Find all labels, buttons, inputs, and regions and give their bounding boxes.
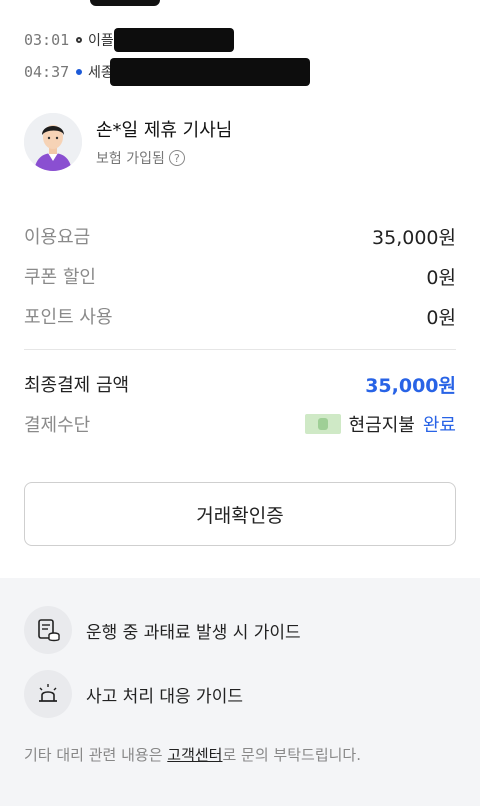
total-row: 최종결제 금액 35,000원 xyxy=(24,364,456,404)
guide-label: 사고 처리 대응 가이드 xyxy=(86,686,243,707)
driver-avatar-icon xyxy=(24,113,82,171)
footer-suffix: 로 문의 부탁드립니다. xyxy=(222,746,361,764)
driver-text: 손*일 제휴 기사님 보험 가입됨 ? xyxy=(96,116,232,168)
payment-status: 완료 xyxy=(422,415,456,436)
fee-label: 이용요금 xyxy=(24,227,91,248)
fine-document-icon xyxy=(24,606,72,654)
fee-label: 쿠폰 할인 xyxy=(24,267,96,288)
redaction-mark xyxy=(114,28,234,52)
guide-section: 운행 중 과태료 발생 시 가이드 사고 처리 대응 가이드 기타 대리 관련 … xyxy=(0,578,480,806)
payment-method-row: 결제수단 현금지불 완료 xyxy=(24,404,456,444)
fee-list: 이용요금 35,000원 쿠폰 할인 0원 포인트 사용 0원 xyxy=(24,216,456,336)
help-icon[interactable]: ? xyxy=(168,150,185,166)
start-time: 03:01 xyxy=(24,31,70,49)
transaction-receipt-button[interactable]: 거래확인증 xyxy=(24,482,456,546)
cash-icon xyxy=(304,414,341,434)
fee-value: 35,000원 xyxy=(372,226,456,249)
route-summary: 03:01 이​플라위혜딩 04:37 세종 숭인 아파크이파트 xyxy=(24,26,464,86)
start-dot-icon xyxy=(76,37,82,43)
driver-name: 손*일 제휴 기사님 xyxy=(96,120,233,141)
guide-item-accident[interactable]: 사고 처리 대응 가이드 xyxy=(24,670,243,718)
siren-icon xyxy=(24,670,72,718)
end-dot-icon xyxy=(76,69,82,75)
total-label: 최종결제 금액 xyxy=(24,375,130,396)
section-divider xyxy=(24,349,456,350)
payment-method: 현금지불 xyxy=(348,415,415,436)
redaction-mark xyxy=(90,0,160,6)
customer-center-link[interactable]: 고객센터 xyxy=(167,746,222,764)
fee-value: 0원 xyxy=(426,306,456,329)
fee-value: 0원 xyxy=(426,266,456,289)
fee-label: 포인트 사용 xyxy=(24,307,113,328)
insurance-label: 보험 가입됨 xyxy=(96,151,165,167)
guide-item-fine[interactable]: 운행 중 과태료 발생 시 가이드 xyxy=(24,606,301,654)
total-value: 35,000원 xyxy=(365,374,456,397)
insurance-status: 보험 가입됨 ? xyxy=(96,148,232,168)
payment-summary: 최종결제 금액 35,000원 결제수단 현금지불 완료 xyxy=(24,364,456,444)
guide-label: 운행 중 과태료 발생 시 가이드 xyxy=(86,622,301,643)
fee-row: 쿠폰 할인 0원 xyxy=(24,256,456,296)
fee-row: 포인트 사용 0원 xyxy=(24,296,456,336)
end-time: 04:37 xyxy=(24,63,70,81)
redaction-mark xyxy=(110,58,310,86)
footer-prefix: 기타 대리 관련 내용은 xyxy=(24,746,168,764)
driver-avatar xyxy=(24,113,82,171)
fee-row: 이용요금 35,000원 xyxy=(24,216,456,256)
route-start: 03:01 이​플라위혜딩 xyxy=(24,26,464,54)
footer-notice: 기타 대리 관련 내용은 고객센터로 문의 부탁드립니다. xyxy=(24,744,361,765)
route-end: 04:37 세종 숭인 아파크이파트 xyxy=(24,58,464,86)
payment-method-label: 결제수단 xyxy=(24,415,91,436)
payment-method-value: 현금지불 완료 xyxy=(304,411,456,437)
driver-info: 손*일 제휴 기사님 보험 가입됨 ? xyxy=(24,110,454,174)
cropped-header xyxy=(0,0,480,12)
